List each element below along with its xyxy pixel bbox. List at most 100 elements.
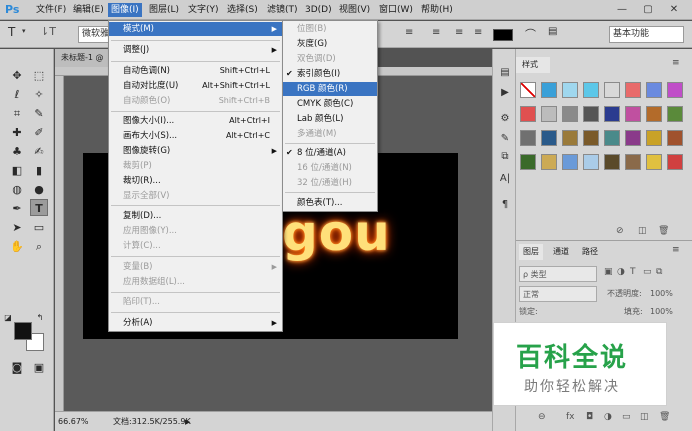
opacity-value[interactable]: 100% [650,286,673,302]
style-swatch[interactable] [562,154,578,170]
crop-tool-icon[interactable]: ⌗ [8,105,26,122]
style-swatch[interactable] [625,154,641,170]
eraser-tool-icon[interactable]: ◧ [8,162,26,179]
paragraph-panel-icon[interactable]: ¶ [497,197,513,213]
fx-icon[interactable]: fx [566,412,575,422]
chevron-right-icon[interactable]: ▶ [185,412,190,431]
layer-filter-select[interactable]: ρ 类型 [519,266,597,282]
mode-multichannel[interactable]: 多通道(M) [283,127,377,141]
style-swatch[interactable] [541,130,557,146]
menu-item-image-rotation[interactable]: 图像旋转(G) ▶ [109,144,282,158]
style-swatch[interactable] [520,154,536,170]
mode-rgb-color[interactable]: RGB 颜色(R) [283,82,377,96]
style-swatch[interactable] [604,82,620,98]
tab-layers[interactable]: 图层 [519,244,543,260]
mode-indexed-color[interactable]: ✔ 索引颜色(I) [283,67,377,81]
menu-item-crop[interactable]: 裁剪(P) [109,159,282,173]
style-swatch[interactable] [520,106,536,122]
menu-item-canvas-size[interactable]: 画布大小(S)... Alt+Ctrl+C [109,129,282,143]
vertical-ruler[interactable] [55,76,64,411]
magic-wand-icon[interactable]: ✧ [30,86,48,103]
blend-mode-select[interactable]: 正常 [519,286,597,302]
dodge-tool-icon[interactable]: ● [30,181,48,198]
close-button[interactable]: ✕ [662,1,686,18]
style-swatch[interactable] [604,106,620,122]
panel-menu-icon[interactable]: ≡ [672,58,680,68]
zoom-level[interactable]: 66.67% [58,412,89,431]
tab-styles[interactable]: 样式 [516,57,550,73]
style-swatch[interactable] [646,82,662,98]
adjustment-layer-icon[interactable]: ◑ [604,412,612,422]
menu-item-trap[interactable]: 陷印(T)... [109,295,282,309]
style-swatch[interactable] [541,82,557,98]
properties-panel-icon[interactable]: ⚙ [497,111,513,127]
delete-style-icon[interactable]: 🗑 [658,226,669,236]
filter-pixel-icon[interactable]: ▣ [604,267,613,277]
style-swatch[interactable] [583,106,599,122]
align-right-icon[interactable]: ≡ [405,27,413,38]
filter-shape-icon[interactable]: ▭ [643,267,652,277]
menu-item-apply-image[interactable]: 应用图像(Y)... [109,224,282,238]
style-swatch[interactable] [646,106,662,122]
mask-icon[interactable]: ◘ [586,412,593,422]
tab-channels[interactable]: 通道 [549,244,573,260]
menu-type[interactable]: 文字(Y) [185,3,222,17]
workspace-select[interactable]: 基本功能 [609,26,684,43]
type-tool-icon[interactable]: T [8,25,15,39]
text-color-swatch[interactable] [493,29,513,41]
menu-file[interactable]: 文件(F) [33,3,69,17]
history-panel-icon[interactable]: ▤ [497,65,513,81]
style-swatch[interactable] [562,106,578,122]
align-center-icon[interactable]: ≡ [455,27,463,38]
hand-tool-icon[interactable]: ✋ [8,238,26,255]
style-swatch[interactable] [583,130,599,146]
style-swatch[interactable] [520,130,536,146]
style-swatch[interactable] [667,130,683,146]
screen-mode-icon[interactable]: ▣ [30,359,48,376]
menu-item-analysis[interactable]: 分析(A) ▶ [109,316,282,330]
style-swatch[interactable] [646,154,662,170]
brush-panel-icon[interactable]: ✎ [497,131,513,147]
clone-stamp-icon[interactable]: ♣ [8,143,26,160]
link-layers-icon[interactable]: ⊖ [538,412,546,422]
menu-item-calculations[interactable]: 计算(C)... [109,239,282,253]
menu-item-image-size[interactable]: 图像大小(I)... Alt+Ctrl+I [109,114,282,128]
default-colors-icon[interactable]: ◪ [2,309,14,326]
menu-edit[interactable]: 编辑(E) [70,3,107,17]
mode-lab-color[interactable]: Lab 颜色(L) [283,112,377,126]
character-panel-icon[interactable]: ▤ [548,26,557,37]
style-swatch[interactable] [667,106,683,122]
document-tab[interactable]: 未标题-1 @ [55,49,110,67]
menu-item-auto-tone[interactable]: 自动色调(N) Shift+Ctrl+L [109,64,282,78]
mode-32-bit[interactable]: 32 位/通道(H) [283,176,377,190]
style-swatch[interactable] [667,154,683,170]
menu-view[interactable]: 视图(V) [336,3,373,17]
history-brush-icon[interactable]: ✍ [30,143,48,160]
menu-item-apply-data-set[interactable]: 应用数据组(L)... [109,275,282,289]
no-style-icon[interactable]: ⊘ [616,226,624,236]
filter-adjustment-icon[interactable]: ◑ [617,267,625,277]
rectangle-tool-icon[interactable]: ▭ [30,219,48,236]
style-swatch[interactable] [562,130,578,146]
style-swatch[interactable] [562,82,578,98]
clone-source-icon[interactable]: ⧉ [497,149,513,165]
style-swatch[interactable] [646,130,662,146]
menu-image[interactable]: 图像(I) [108,3,142,17]
menu-filter[interactable]: 滤镜(T) [264,3,301,17]
group-icon[interactable]: ▭ [622,412,631,422]
maximize-button[interactable]: ▢ [636,1,660,18]
menu-3d[interactable]: 3D(D) [302,3,335,17]
marquee-tool-icon[interactable]: ⬚ [30,67,48,84]
menu-item-reveal-all[interactable]: 显示全部(V) [109,189,282,203]
orientation-toggle-icon[interactable]: ⇂T [40,25,56,38]
warp-text-icon[interactable]: ⌒ [525,26,536,42]
brush-tool-icon[interactable]: ✐ [30,124,48,141]
path-select-icon[interactable]: ➤ [8,219,26,236]
eyedropper-tool-icon[interactable]: ✎ [30,105,48,122]
panel-menu-icon[interactable]: ≡ [672,245,680,255]
menu-item-duplicate[interactable]: 复制(D)... [109,209,282,223]
style-swatch[interactable] [625,130,641,146]
mode-grayscale[interactable]: 灰度(G) [283,37,377,51]
menu-layer[interactable]: 图层(L) [146,3,182,17]
menu-window[interactable]: 窗口(W) [376,3,416,17]
